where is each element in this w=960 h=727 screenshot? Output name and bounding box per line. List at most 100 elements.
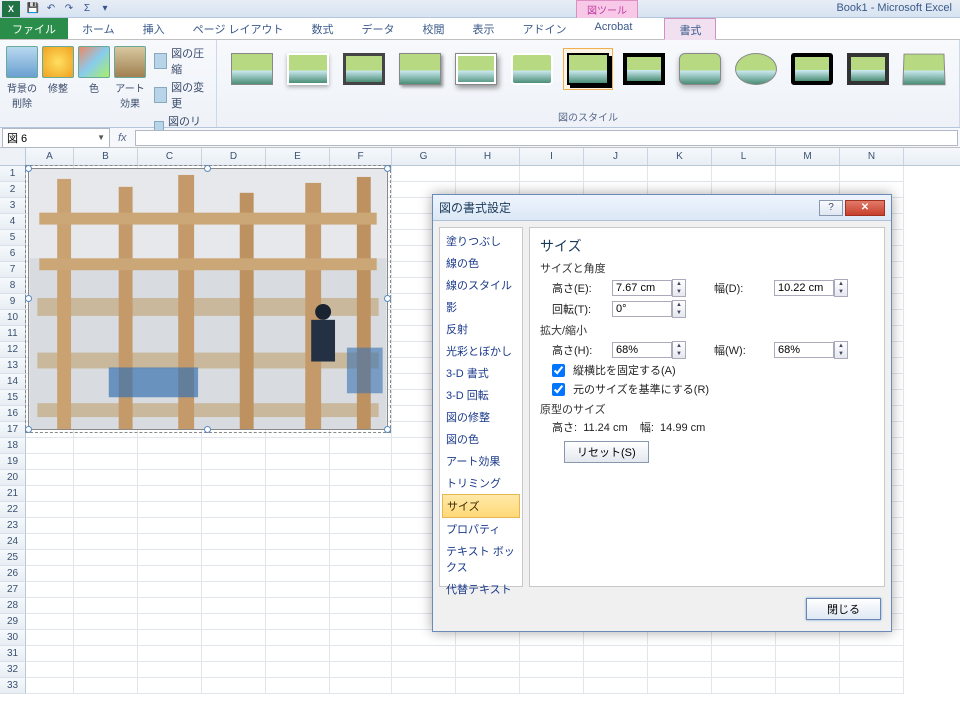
tab-insert[interactable]: 挿入 <box>129 18 179 39</box>
row-header[interactable]: 26 <box>0 566 26 582</box>
cell[interactable] <box>26 582 74 598</box>
cell[interactable] <box>330 582 392 598</box>
cell[interactable] <box>26 454 74 470</box>
cell[interactable] <box>26 470 74 486</box>
cell[interactable] <box>138 582 202 598</box>
cell[interactable] <box>520 646 584 662</box>
row-header[interactable]: 5 <box>0 230 26 246</box>
cell[interactable] <box>26 662 74 678</box>
cell[interactable] <box>330 502 392 518</box>
dialog-nav-item[interactable]: 影 <box>442 296 520 318</box>
row-header[interactable]: 22 <box>0 502 26 518</box>
cell[interactable] <box>648 662 712 678</box>
cell[interactable] <box>138 518 202 534</box>
cell[interactable] <box>138 678 202 694</box>
cell[interactable] <box>26 502 74 518</box>
resize-handle[interactable] <box>25 165 32 172</box>
dialog-nav-item[interactable]: 線の色 <box>442 252 520 274</box>
cell[interactable] <box>712 662 776 678</box>
dialog-nav-item[interactable]: 線のスタイル <box>442 274 520 296</box>
style-item[interactable] <box>731 48 781 90</box>
row-header[interactable]: 15 <box>0 390 26 406</box>
cell[interactable] <box>74 454 138 470</box>
cell[interactable] <box>26 646 74 662</box>
cell[interactable] <box>648 166 712 182</box>
tab-home[interactable]: ホーム <box>68 18 129 39</box>
row-header[interactable]: 23 <box>0 518 26 534</box>
dialog-nav-item[interactable]: 光彩とぼかし <box>442 340 520 362</box>
style-item[interactable] <box>787 48 837 90</box>
cell[interactable] <box>74 630 138 646</box>
cell[interactable] <box>776 678 840 694</box>
column-header[interactable]: I <box>520 148 584 165</box>
cell[interactable] <box>648 646 712 662</box>
row-header[interactable]: 28 <box>0 598 26 614</box>
resize-handle[interactable] <box>384 426 391 433</box>
cell[interactable] <box>392 678 456 694</box>
cell[interactable] <box>138 470 202 486</box>
picture-object[interactable] <box>28 168 388 430</box>
cell[interactable] <box>266 598 330 614</box>
cell[interactable] <box>74 518 138 534</box>
cell[interactable] <box>138 614 202 630</box>
dialog-nav-item[interactable]: 図の色 <box>442 428 520 450</box>
cell[interactable] <box>330 518 392 534</box>
cell[interactable] <box>202 470 266 486</box>
close-icon[interactable]: ✕ <box>845 200 885 216</box>
cell[interactable] <box>266 502 330 518</box>
cell[interactable] <box>712 166 776 182</box>
cell[interactable] <box>26 566 74 582</box>
save-icon[interactable]: 💾 <box>26 2 40 16</box>
cell[interactable] <box>26 598 74 614</box>
cell[interactable] <box>138 550 202 566</box>
scale-height-spinner[interactable]: ▲▼ <box>672 341 686 359</box>
cell[interactable] <box>74 534 138 550</box>
row-header[interactable]: 32 <box>0 662 26 678</box>
cell[interactable] <box>74 502 138 518</box>
cell[interactable] <box>74 550 138 566</box>
cell[interactable] <box>266 662 330 678</box>
cell[interactable] <box>138 566 202 582</box>
cell[interactable] <box>74 470 138 486</box>
relative-original-checkbox[interactable] <box>552 383 565 396</box>
cell[interactable] <box>712 630 776 646</box>
tab-review[interactable]: 校閲 <box>409 18 459 39</box>
cell[interactable] <box>776 166 840 182</box>
cell[interactable] <box>840 662 904 678</box>
cell[interactable] <box>138 486 202 502</box>
cell[interactable] <box>392 630 456 646</box>
artistic-effects-button[interactable]: アート効果 <box>112 42 148 112</box>
cell[interactable] <box>202 598 266 614</box>
column-header[interactable]: N <box>840 148 904 165</box>
style-item[interactable] <box>227 48 277 90</box>
dialog-titlebar[interactable]: 図の書式設定 ? ✕ <box>433 195 891 221</box>
cell[interactable] <box>74 678 138 694</box>
row-header[interactable]: 21 <box>0 486 26 502</box>
row-header[interactable]: 14 <box>0 374 26 390</box>
column-header[interactable]: C <box>138 148 202 165</box>
style-item[interactable] <box>283 48 333 90</box>
cell[interactable] <box>330 614 392 630</box>
cell[interactable] <box>776 646 840 662</box>
cell[interactable] <box>138 662 202 678</box>
cell[interactable] <box>712 678 776 694</box>
column-header[interactable]: M <box>776 148 840 165</box>
cell[interactable] <box>520 630 584 646</box>
row-header[interactable]: 33 <box>0 678 26 694</box>
cell[interactable] <box>584 166 648 182</box>
cell[interactable] <box>266 438 330 454</box>
cell[interactable] <box>330 566 392 582</box>
dialog-nav-item[interactable]: 反射 <box>442 318 520 340</box>
compress-pictures-button[interactable]: 図の圧縮 <box>152 44 208 78</box>
cell[interactable] <box>266 646 330 662</box>
row-header[interactable]: 17 <box>0 422 26 438</box>
tab-addin[interactable]: アドイン <box>509 18 581 39</box>
resize-handle[interactable] <box>384 165 391 172</box>
cell[interactable] <box>266 454 330 470</box>
rotation-input[interactable] <box>612 301 672 317</box>
row-header[interactable]: 12 <box>0 342 26 358</box>
cell[interactable] <box>26 534 74 550</box>
column-header[interactable]: A <box>26 148 74 165</box>
row-header[interactable]: 10 <box>0 310 26 326</box>
cell[interactable] <box>202 438 266 454</box>
